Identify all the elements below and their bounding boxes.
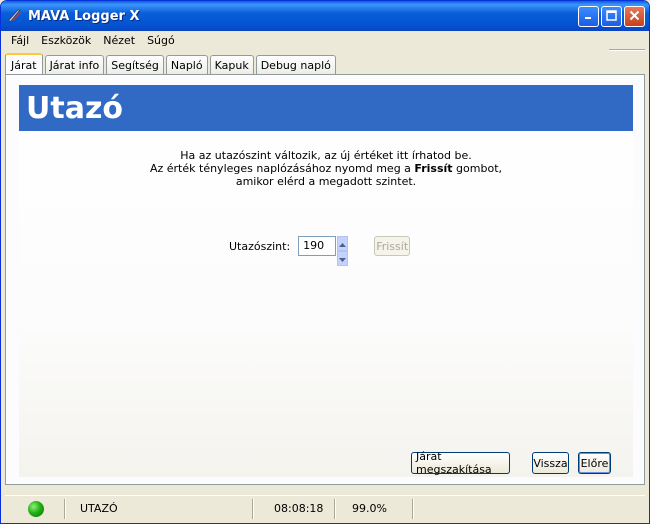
status-separator (64, 498, 66, 519)
close-button[interactable] (624, 6, 645, 27)
instruction-line-1: Ha az utazószint változik, az új értéket… (180, 149, 472, 162)
tab-debug-log[interactable]: Debug napló (255, 55, 336, 75)
status-percent: 99.0% (352, 502, 387, 515)
spin-up-button[interactable] (337, 236, 349, 251)
close-icon (629, 10, 640, 24)
next-button[interactable]: Előre (578, 452, 611, 474)
status-separator (334, 498, 336, 519)
instruction-line-3: amikor elérd a megadott szintet. (235, 175, 417, 188)
maximize-icon (606, 9, 617, 24)
tab-flight-info[interactable]: Járat info (44, 55, 105, 75)
status-separator (252, 498, 254, 519)
tab-help[interactable]: Segítség (106, 55, 164, 75)
plane-logo-icon (7, 8, 23, 24)
cruise-level-input[interactable]: 190 (298, 236, 337, 256)
cruise-level-label: Utazószint: (229, 239, 291, 253)
content-frame: Utazó Ha az utazószint változik, az új é… (19, 85, 633, 477)
status-phase: UTAZÓ (80, 502, 118, 515)
instructions-text: Ha az utazószint változik, az új értéket… (19, 149, 633, 188)
tab-gates[interactable]: Kapuk (209, 55, 254, 75)
spin-down-icon (339, 252, 347, 265)
maximize-button[interactable] (601, 6, 622, 27)
menu-tools[interactable]: Eszközök (35, 34, 97, 47)
tab-flight[interactable]: Járat (5, 53, 43, 75)
spin-down-button[interactable] (337, 251, 349, 266)
menu-view[interactable]: Nézet (97, 34, 141, 47)
app-window: MAVA Logger X Fájl Eszközök Nézet Súgó J… (0, 0, 650, 524)
title-bar[interactable]: MAVA Logger X (1, 1, 649, 31)
instruction-line-2-end: gombot, (452, 162, 503, 175)
tab-strip: Járat Járat info Segítség Napló Kapuk De… (5, 53, 338, 75)
instruction-bold-word: Frissít (414, 162, 453, 175)
menu-separator (609, 49, 645, 51)
page-title: Utazó (19, 85, 633, 131)
menu-file[interactable]: Fájl (5, 34, 35, 47)
cruise-level-row: Utazószint: 190 Frissít (229, 235, 411, 266)
menu-help[interactable]: Súgó (141, 34, 181, 47)
spin-up-icon (339, 237, 347, 250)
tab-panel: Utazó Ha az utazószint változik, az új é… (5, 74, 645, 485)
cruise-level-stepper[interactable] (337, 236, 349, 266)
instruction-line-2-start: Az érték tényleges naplózásához nyomd me… (149, 162, 415, 175)
menu-bar: Fájl Eszközök Nézet Súgó (1, 31, 649, 50)
window-title: MAVA Logger X (28, 8, 140, 24)
abort-flight-button[interactable]: Járat megszakítása (411, 450, 510, 476)
status-bar: UTAZÓ 08:08:18 99.0% (5, 495, 645, 521)
back-button[interactable]: Vissza (532, 452, 569, 474)
refresh-button[interactable]: Frissít (374, 236, 411, 256)
status-led-icon (28, 500, 44, 517)
tab-log[interactable]: Napló (165, 55, 208, 75)
status-time: 08:08:18 (274, 502, 324, 515)
instruction-line-2: Az érték tényleges naplózásához nyomd me… (19, 162, 633, 175)
minimize-icon (584, 10, 594, 23)
status-separator (412, 498, 414, 519)
minimize-button[interactable] (578, 6, 599, 27)
